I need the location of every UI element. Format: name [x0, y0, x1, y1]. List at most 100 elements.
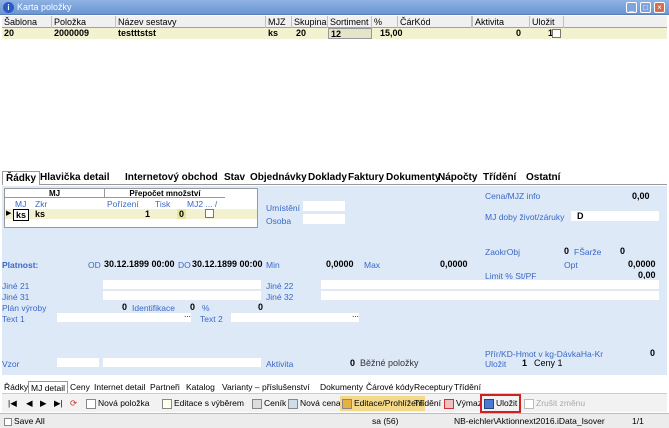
vzor-input[interactable]	[56, 357, 100, 368]
cell-nazev[interactable]: testttstst	[116, 28, 156, 39]
tab-napocty[interactable]: Nápočty	[438, 171, 477, 185]
mj-col-tisk[interactable]: Tisk	[155, 199, 170, 209]
aktivita-value[interactable]: 0	[350, 358, 355, 368]
mj-doby-input[interactable]: D	[570, 210, 660, 222]
tab-ceny[interactable]: Ceny	[70, 381, 90, 393]
zrusit-button[interactable]: Zrušit změnu	[524, 396, 585, 411]
text1-input[interactable]	[56, 312, 192, 323]
vymaz-button[interactable]: Výmaz	[444, 396, 482, 411]
osoba-input[interactable]	[302, 213, 346, 225]
tab-ostatni[interactable]: Ostatní	[526, 171, 560, 185]
text2-expand-icon[interactable]: ⋯	[352, 313, 359, 321]
col-polozka[interactable]: Položka	[52, 16, 116, 28]
mj-col-mj[interactable]: MJ	[15, 199, 26, 209]
nova-cena-button[interactable]: Nová cena	[288, 396, 341, 411]
tab-mj-detail[interactable]: MJ detail	[28, 381, 69, 393]
cell-dph[interactable]: 15,00	[378, 28, 403, 39]
col-sablona[interactable]: Šablona	[2, 16, 52, 28]
mj-cell-zkr[interactable]: ks	[35, 209, 45, 219]
col-ulozit[interactable]: Uložit	[530, 16, 564, 28]
tab-carove-kody[interactable]: Čárové kódy	[366, 381, 414, 393]
editace-vyber-button[interactable]: Editace s výběrem	[162, 396, 244, 411]
jine31-input[interactable]	[102, 290, 262, 301]
table-row[interactable]: 20 2000009 testttstst ks 20 12 15,00 0 1	[2, 28, 667, 39]
next-record-icon[interactable]: ▶	[40, 396, 47, 411]
cell-polozka[interactable]: 2000009	[52, 28, 89, 39]
jine32-input[interactable]	[320, 290, 660, 301]
mj-col-mj2[interactable]: MJ2 ... /	[187, 199, 217, 209]
col-dph[interactable]: % DPH	[372, 16, 398, 39]
col-skupina[interactable]: Skupina	[292, 16, 328, 28]
plan-value[interactable]: 0	[122, 302, 127, 312]
text2-input[interactable]	[230, 312, 360, 323]
col-carkod[interactable]: ČárKód	[398, 16, 472, 28]
tab-doklady[interactable]: Doklady	[308, 171, 347, 185]
tab-varianty[interactable]: Varianty – příslušenství	[222, 381, 310, 393]
tab-internet-detail[interactable]: Internet detail	[94, 381, 146, 393]
col-sortiment[interactable]: Sortiment	[328, 16, 372, 28]
cell-sortiment[interactable]: 12	[328, 28, 372, 39]
vzor-name-input[interactable]	[102, 357, 262, 368]
tab-hlavicka[interactable]: Hlavička detail	[40, 171, 109, 185]
tab-radky[interactable]: Řádky	[2, 171, 41, 185]
maximize-icon[interactable]: □	[640, 2, 651, 13]
cell-skupina[interactable]: 20	[294, 28, 306, 39]
tab-radky-bottom[interactable]: Řádky	[4, 381, 28, 393]
window-title: Karta položky	[17, 2, 72, 12]
do-value[interactable]: 30.12.1899 00:00	[192, 259, 263, 269]
prir-value[interactable]: 0	[650, 348, 655, 358]
refresh-icon[interactable]: ⟳	[70, 396, 77, 411]
table-row[interactable]: ▶ ks ks 1 0	[5, 209, 257, 221]
umisteni-input[interactable]	[302, 200, 346, 212]
min-value[interactable]: 0,0000	[326, 259, 354, 269]
tab-stav[interactable]: Stav	[224, 171, 245, 185]
minimize-icon[interactable]: _	[626, 2, 637, 13]
ulozit-button[interactable]: Uložit	[480, 394, 522, 413]
identifikace-value[interactable]: 0	[190, 302, 195, 312]
tab-objednavky[interactable]: Objednávky	[250, 171, 307, 185]
tab-internet[interactable]: Internetový obchod	[125, 171, 218, 185]
tab-trideni-bottom[interactable]: Třídění	[454, 381, 481, 393]
ulozit-value[interactable]: 1	[522, 358, 527, 368]
text1-expand-icon[interactable]: ⋯	[184, 313, 191, 321]
jine22-input[interactable]	[320, 279, 660, 290]
opt-value[interactable]: 0,0000	[628, 259, 656, 269]
col-aktivita[interactable]: Aktivita	[472, 16, 530, 28]
max-value[interactable]: 0,0000	[440, 259, 468, 269]
pct-value[interactable]: 0	[258, 302, 263, 312]
pct-label: %	[202, 303, 210, 313]
od-value[interactable]: 30.12.1899 00:00	[104, 259, 175, 269]
tab-katalog[interactable]: Katalog	[186, 381, 215, 393]
tab-partneri[interactable]: Partneři	[150, 381, 180, 393]
tab-dokumenty[interactable]: Dokumenty	[386, 171, 440, 185]
cell-mjz[interactable]: ks	[266, 28, 278, 39]
tab-trideni[interactable]: Třídění	[483, 171, 516, 185]
tab-faktury[interactable]: Faktury	[348, 171, 384, 185]
nova-polozka-button[interactable]: Nová položka	[86, 396, 150, 411]
tab-dokumenty-bottom[interactable]: Dokumenty	[320, 381, 363, 393]
zaokr-value[interactable]: 0	[564, 246, 569, 256]
fsarze-value[interactable]: 0	[620, 246, 625, 256]
mj-col-zkr[interactable]: Zkr	[35, 199, 47, 209]
save-all-button[interactable]: Save All	[4, 415, 45, 428]
mj-col-porizeni[interactable]: Pořízení	[107, 199, 139, 209]
col-nazev[interactable]: Název sestavy	[116, 16, 266, 28]
jine21-input[interactable]	[102, 279, 262, 290]
mj-cell-porizeni[interactable]: 1	[145, 209, 150, 219]
ulozit-checkbox[interactable]	[552, 29, 561, 38]
close-icon[interactable]: ×	[654, 2, 665, 13]
col-mjz[interactable]: MJZ	[266, 16, 292, 28]
cell-sablona[interactable]: 20	[2, 28, 14, 39]
cena-mjz-value[interactable]: 0,00	[632, 191, 650, 201]
tab-receptury[interactable]: Receptury	[414, 381, 453, 393]
cell-aktivita[interactable]: 0	[514, 28, 521, 39]
last-record-icon[interactable]: ▶|	[54, 396, 63, 411]
mj-cell-mj[interactable]: ks	[13, 209, 30, 221]
mj-cell-tisk[interactable]: 0	[177, 209, 187, 219]
prev-record-icon[interactable]: ◀	[26, 396, 33, 411]
editace-prohlizeni-button[interactable]: Editace/Prohlížení	[340, 396, 425, 411]
trideni-button[interactable]: Třídění	[414, 396, 441, 411]
mj2-checkbox[interactable]	[205, 209, 214, 218]
cenik-button[interactable]: Ceník	[252, 396, 286, 411]
first-record-icon[interactable]: |◀	[8, 396, 17, 411]
